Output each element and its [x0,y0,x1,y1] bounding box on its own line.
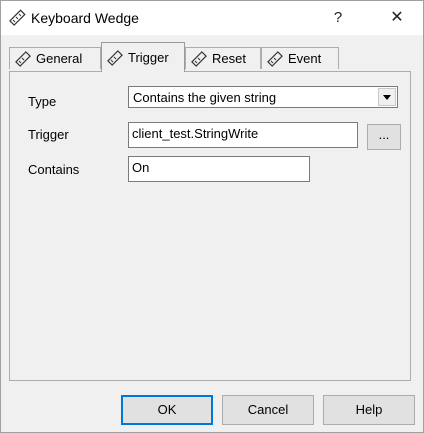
chevron-down-icon[interactable] [378,88,396,106]
help-title-button[interactable]: ? [323,3,353,33]
ruler-pencil-icon [7,8,27,28]
ruler-pencil-icon [107,49,123,66]
tab-label: Reset [212,51,246,66]
tab-general[interactable]: General [9,47,101,69]
type-selected-value: Contains the given string [133,90,277,105]
browse-button[interactable]: ... [367,124,401,150]
ruler-pencil-icon [191,50,207,67]
type-dropdown[interactable]: Contains the given string [128,86,398,108]
tab-trigger[interactable]: Trigger [101,42,185,72]
tab-event[interactable]: Event [261,47,339,69]
contains-input[interactable]: On [128,156,310,182]
ruler-pencil-icon [267,50,283,67]
trigger-label: Trigger [28,127,69,142]
title-bar[interactable]: Keyboard Wedge ? ✕ [1,1,423,35]
close-button[interactable]: ✕ [377,3,417,33]
cancel-button[interactable]: Cancel [222,395,314,425]
tab-panel-trigger: Type Contains the given string Trigger c… [9,71,411,381]
ok-button[interactable]: OK [121,395,213,425]
ruler-pencil-icon [15,50,31,67]
tab-label: General [36,51,83,66]
type-label: Type [28,94,57,109]
trigger-input[interactable]: client_test.StringWrite [128,122,358,148]
dialog-window: Keyboard Wedge ? ✕ General Trigger Reset… [0,0,424,433]
help-button[interactable]: Help [323,395,415,425]
contains-label: Contains [28,162,80,177]
tab-strip: General Trigger Reset Event [1,39,423,73]
window-title: Keyboard Wedge [31,10,139,26]
tab-reset[interactable]: Reset [185,47,261,69]
tab-label: Event [288,51,322,66]
tab-label: Trigger [128,50,169,65]
